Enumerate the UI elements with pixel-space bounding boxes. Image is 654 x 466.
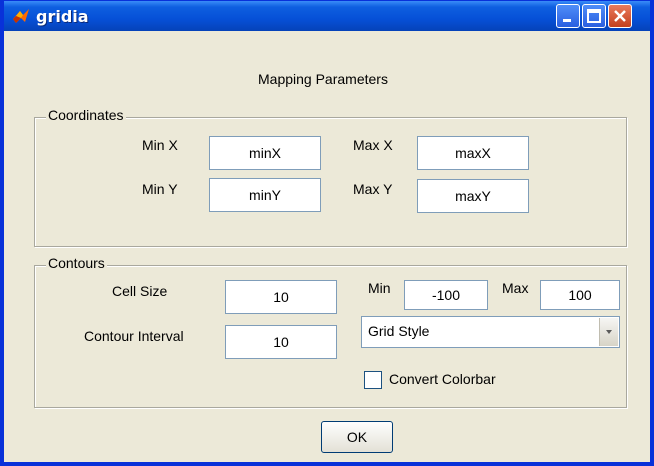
dialog-content: Mapping Parameters Coordinates Min X min… bbox=[4, 31, 650, 462]
close-button[interactable] bbox=[608, 4, 632, 28]
dropdown-arrow-button[interactable] bbox=[599, 318, 618, 346]
window-title: gridia bbox=[36, 7, 89, 26]
max-y-label: Max Y bbox=[353, 181, 393, 197]
cell-size-field[interactable]: 10 bbox=[225, 280, 337, 314]
max-field[interactable]: 100 bbox=[540, 280, 620, 310]
minimize-button[interactable] bbox=[556, 4, 580, 28]
min-y-label: Min Y bbox=[142, 181, 178, 197]
max-x-label: Max X bbox=[353, 137, 393, 153]
gridia-window: gridia Mapping Parameters Coordinates Mi… bbox=[0, 0, 654, 466]
grid-style-dropdown[interactable]: Grid Style bbox=[361, 316, 620, 348]
title-bar[interactable]: gridia bbox=[4, 1, 650, 31]
grid-style-selected: Grid Style bbox=[368, 323, 430, 339]
dialog-heading: Mapping Parameters bbox=[258, 71, 388, 87]
min-x-field[interactable]: minX bbox=[209, 136, 321, 170]
convert-colorbar-checkbox[interactable] bbox=[364, 371, 382, 389]
matlab-icon bbox=[13, 9, 29, 23]
maximize-button[interactable] bbox=[582, 4, 606, 28]
ok-button[interactable]: OK bbox=[321, 421, 393, 453]
max-y-field[interactable]: maxY bbox=[417, 179, 529, 213]
close-icon bbox=[614, 10, 626, 22]
max-label: Max bbox=[502, 280, 529, 296]
min-y-field[interactable]: minY bbox=[209, 178, 321, 212]
contours-panel-title: Contours bbox=[46, 255, 107, 271]
min-field[interactable]: -100 bbox=[404, 280, 488, 310]
cell-size-label: Cell Size bbox=[112, 283, 168, 299]
min-label: Min bbox=[368, 280, 391, 296]
contour-interval-field[interactable]: 10 bbox=[225, 325, 337, 359]
convert-colorbar-label: Convert Colorbar bbox=[389, 371, 496, 387]
minimize-icon bbox=[563, 19, 571, 22]
min-x-label: Min X bbox=[142, 137, 178, 153]
max-x-field[interactable]: maxX bbox=[417, 136, 529, 170]
coordinates-panel-title: Coordinates bbox=[46, 107, 126, 123]
maximize-icon bbox=[587, 9, 601, 23]
coordinates-panel bbox=[34, 117, 627, 247]
chevron-down-icon bbox=[606, 330, 612, 334]
contour-interval-label: Contour Interval bbox=[84, 328, 184, 344]
